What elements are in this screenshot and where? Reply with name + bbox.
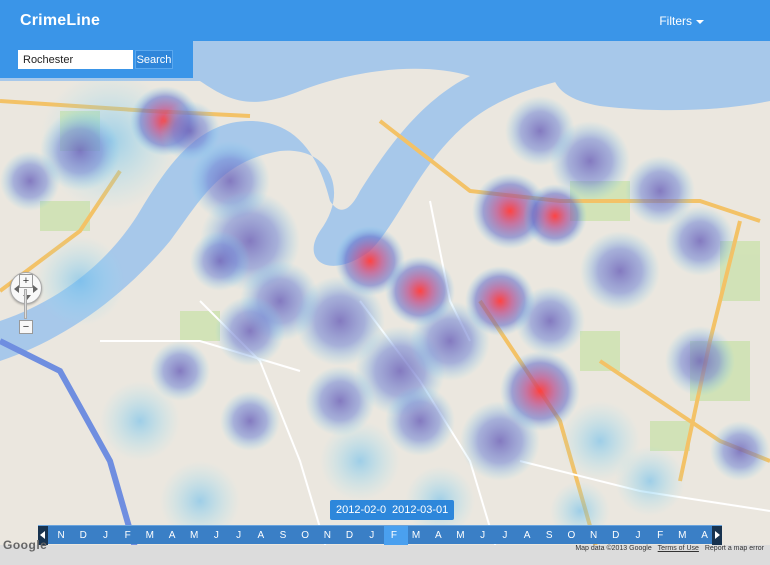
timeline-month[interactable]: M (671, 526, 693, 545)
timeline-month[interactable]: A (427, 526, 449, 545)
timeline-month[interactable]: N (50, 526, 72, 545)
timeline-bar[interactable]: NDJFMAMJJASONDJFMAMJJASONDJFMA (38, 525, 722, 545)
search-input[interactable] (18, 50, 133, 69)
filters-dropdown[interactable]: Filters (659, 14, 704, 28)
timeline-month[interactable]: S (272, 526, 294, 545)
timeline-month[interactable]: J (472, 526, 494, 545)
pan-right-icon[interactable] (33, 285, 38, 293)
terms-link[interactable]: Terms of Use (658, 545, 699, 552)
timeline-month[interactable]: O (294, 526, 316, 545)
timeline-month[interactable]: D (338, 526, 360, 545)
timeline-months: NDJFMAMJJASONDJFMAMJJASONDJFMA (50, 526, 716, 545)
timeline-month[interactable]: F (649, 526, 671, 545)
timeline-month[interactable]: S (538, 526, 560, 545)
arrow-right-icon (715, 531, 720, 539)
search-button[interactable]: Search (135, 50, 173, 69)
timeline-month[interactable]: O (560, 526, 582, 545)
caret-down-icon (696, 19, 704, 24)
timeline-month[interactable]: J (627, 526, 649, 545)
timeline-month[interactable]: J (205, 526, 227, 545)
timeline-month[interactable]: J (494, 526, 516, 545)
timeline-month[interactable]: M (449, 526, 471, 545)
timeline-month[interactable]: F (383, 526, 405, 545)
timeline-month[interactable]: N (316, 526, 338, 545)
timeline-month[interactable]: A (250, 526, 272, 545)
timeline-month[interactable]: J (94, 526, 116, 545)
timeline-month[interactable]: F (117, 526, 139, 545)
timeline-month[interactable]: J (361, 526, 383, 545)
timeline-month[interactable]: J (228, 526, 250, 545)
report-error-link[interactable]: Report a map error (705, 545, 764, 552)
map-data-text: Map data ©2013 Google (575, 545, 652, 552)
app-title[interactable]: CrimeLine (20, 12, 100, 30)
map-base (0, 41, 770, 565)
map-attribution: Map data ©2013 Google Terms of Use Repor… (571, 545, 764, 552)
timeline-month[interactable]: M (183, 526, 205, 545)
timeline-month[interactable]: M (405, 526, 427, 545)
navbar: CrimeLine Filters (0, 0, 770, 41)
timeline-month[interactable]: A (516, 526, 538, 545)
zoom-slider[interactable] (24, 289, 27, 319)
zoom-in-button[interactable]: + (19, 274, 33, 288)
timeline-month[interactable]: M (139, 526, 161, 545)
zoom-out-button[interactable]: − (19, 320, 33, 334)
filters-label: Filters (659, 14, 692, 28)
range-end-label: 2012-03-01 (386, 500, 455, 520)
timeline-month[interactable]: A (161, 526, 183, 545)
google-logo: Google (3, 538, 48, 552)
timeline-month[interactable]: D (605, 526, 627, 545)
timeline-next-button[interactable] (712, 526, 722, 545)
map-canvas[interactable] (0, 41, 770, 565)
timeline-month[interactable]: N (583, 526, 605, 545)
timeline-month[interactable]: D (72, 526, 94, 545)
search-panel: Search (0, 41, 193, 78)
